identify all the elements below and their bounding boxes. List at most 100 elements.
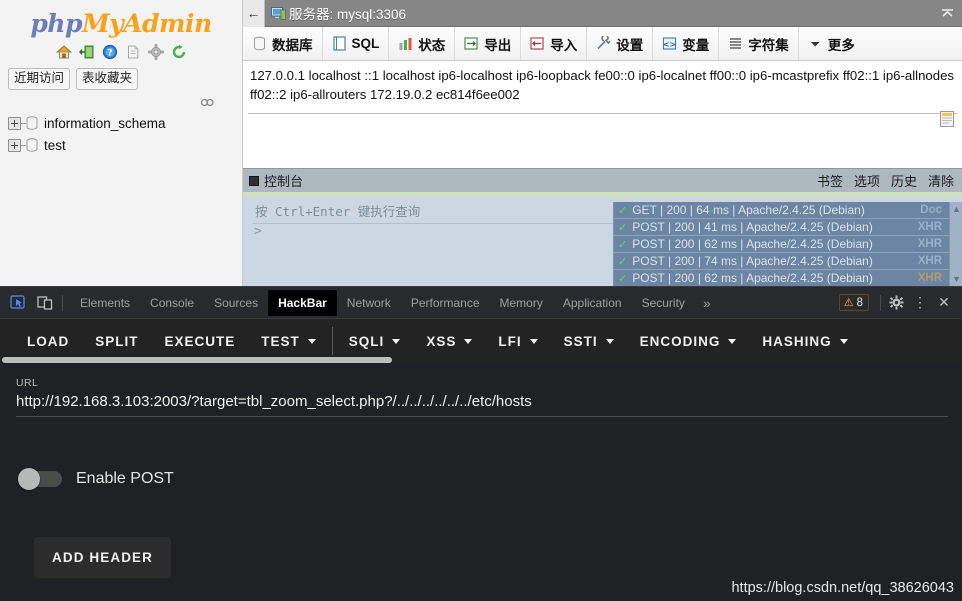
hackbar-body: URL http://192.168.3.103:2003/?target=tb… bbox=[0, 363, 962, 578]
pma-nav-more[interactable]: 更多 bbox=[799, 27, 864, 60]
settings-icon[interactable] bbox=[147, 44, 164, 60]
wrench-icon bbox=[596, 34, 611, 51]
hackbar-toolbar-scrollbar[interactable] bbox=[0, 357, 962, 363]
list-item-label[interactable]: test bbox=[44, 138, 66, 153]
table-row[interactable]: ✓ GET | 200 | 64 ms | Apache/2.4.25 (Deb… bbox=[614, 202, 962, 218]
tab-network[interactable]: Network bbox=[337, 290, 401, 316]
divider bbox=[331, 327, 333, 355]
check-icon: ✓ bbox=[618, 221, 628, 234]
scroll-up-icon[interactable]: ▲ bbox=[952, 204, 961, 214]
chevron-up-icon[interactable] bbox=[939, 5, 956, 22]
browser-page: phpMyAdmin ? 近期访问 表收藏夹 information_schem… bbox=[0, 0, 962, 286]
list-item[interactable]: test bbox=[8, 134, 242, 156]
pma-nav-settings[interactable]: 设置 bbox=[587, 27, 654, 60]
button-label: TEST bbox=[261, 333, 300, 349]
hosts-file-output: 127.0.0.1 localhost ::1 localhost ip6-lo… bbox=[250, 68, 955, 102]
help-icon[interactable]: ? bbox=[102, 44, 118, 60]
request-type: XHR bbox=[917, 221, 942, 233]
pma-nav-sql[interactable]: SQL bbox=[323, 27, 390, 60]
pma-nav-label: SQL bbox=[351, 36, 380, 51]
pma-tab-favorites[interactable]: 表收藏夹 bbox=[76, 68, 139, 90]
status-badge[interactable]: ⚠ 8 bbox=[838, 294, 869, 311]
devtools-tabbar: Elements Console Sources HackBar Network… bbox=[0, 287, 962, 319]
home-icon[interactable] bbox=[55, 44, 72, 60]
charset-icon bbox=[728, 36, 743, 51]
pma-nav-label: 数据库 bbox=[272, 37, 313, 53]
back-button[interactable]: ← bbox=[243, 0, 265, 27]
logout-icon[interactable] bbox=[78, 44, 95, 60]
scroll-down-icon[interactable]: ▼ bbox=[952, 274, 961, 284]
pma-logo-admin: Admin bbox=[123, 9, 212, 38]
add-header-button[interactable]: ADD HEADER bbox=[34, 537, 172, 578]
console-action-options[interactable]: 选项 bbox=[854, 171, 880, 190]
tab-elements[interactable]: Elements bbox=[70, 290, 140, 316]
enable-post-label: Enable POST bbox=[76, 470, 174, 487]
pma-nav-databases[interactable]: 数据库 bbox=[243, 27, 323, 60]
database-icon bbox=[26, 116, 38, 130]
table-row[interactable]: ✓ POST | 200 | 74 ms | Apache/2.4.25 (De… bbox=[614, 253, 962, 269]
pma-console-header[interactable]: 控制台 书签 选项 历史 清除 bbox=[243, 168, 962, 192]
pma-nav-status[interactable]: 状态 bbox=[389, 27, 456, 60]
note-icon[interactable] bbox=[940, 111, 954, 127]
console-log-scrollbar[interactable]: ▲ ▼ bbox=[949, 202, 962, 286]
pma-nav-export[interactable]: 导出 bbox=[455, 27, 522, 60]
tab-application[interactable]: Application bbox=[553, 290, 632, 316]
url-input[interactable]: http://192.168.3.103:2003/?target=tbl_zo… bbox=[16, 393, 948, 417]
request-summary: GET | 200 | 64 ms | Apache/2.4.25 (Debia… bbox=[632, 203, 865, 217]
divider bbox=[62, 294, 63, 311]
button-label: SQLI bbox=[348, 333, 385, 349]
more-tabs-icon[interactable]: » bbox=[695, 295, 719, 311]
reload-icon[interactable] bbox=[171, 44, 187, 60]
pma-logo-my: My bbox=[81, 9, 124, 38]
pma-content-area: 127.0.0.1 localhost ::1 localhost ip6-lo… bbox=[243, 61, 962, 286]
pma-nav-label: 导出 bbox=[484, 37, 512, 53]
table-row[interactable]: ✓ POST | 200 | 62 ms | Apache/2.4.25 (De… bbox=[614, 270, 962, 286]
expand-icon[interactable] bbox=[8, 116, 21, 130]
database-icon bbox=[26, 138, 38, 152]
expand-icon[interactable] bbox=[8, 138, 21, 152]
pma-nav-import[interactable]: 导入 bbox=[521, 27, 588, 60]
chevron-down-icon bbox=[529, 338, 538, 344]
button-label: SSTI bbox=[563, 333, 598, 349]
table-row[interactable]: ✓ POST | 200 | 62 ms | Apache/2.4.25 (De… bbox=[614, 236, 962, 252]
table-row[interactable]: ✓ POST | 200 | 41 ms | Apache/2.4.25 (De… bbox=[614, 219, 962, 235]
tab-sources[interactable]: Sources bbox=[204, 290, 268, 316]
watermark-text: https://blog.csdn.net/qq_38626043 bbox=[731, 580, 954, 596]
pma-nav-charsets[interactable]: 字符集 bbox=[719, 27, 799, 60]
request-summary: POST | 200 | 62 ms | Apache/2.4.25 (Debi… bbox=[632, 237, 873, 251]
device-toolbar-icon[interactable] bbox=[31, 290, 58, 316]
button-label: EXECUTE bbox=[164, 333, 236, 349]
console-action-history[interactable]: 历史 bbox=[891, 171, 917, 190]
url-field-label: URL bbox=[16, 377, 39, 389]
button-label: ENCODING bbox=[639, 333, 721, 349]
button-label: SPLIT bbox=[95, 333, 139, 349]
check-icon: ✓ bbox=[618, 272, 628, 285]
chain-link-icon[interactable] bbox=[200, 94, 214, 107]
pma-tab-recent[interactable]: 近期访问 bbox=[8, 68, 71, 90]
tab-console[interactable]: Console bbox=[140, 290, 204, 316]
console-request-log: ✓ GET | 200 | 64 ms | Apache/2.4.25 (Deb… bbox=[613, 202, 962, 286]
console-action-clear[interactable]: 清除 bbox=[928, 171, 954, 190]
list-item-label[interactable]: information_schema bbox=[44, 116, 166, 131]
enable-post-toggle[interactable] bbox=[18, 468, 62, 490]
devtools-tabbar-right: ⚠ 8 ⋮ ✕ bbox=[838, 291, 962, 315]
inspect-element-icon[interactable] bbox=[4, 290, 31, 316]
pma-quick-tabs: 近期访问 表收藏夹 bbox=[0, 68, 242, 90]
tab-performance[interactable]: Performance bbox=[401, 290, 490, 316]
tab-memory[interactable]: Memory bbox=[490, 290, 553, 316]
export-icon bbox=[464, 36, 479, 51]
check-icon: ✓ bbox=[618, 255, 628, 268]
database-icon bbox=[252, 36, 267, 51]
pma-logo[interactable]: phpMyAdmin bbox=[0, 0, 242, 38]
pma-nav-variables[interactable]: <> 变量 bbox=[653, 27, 720, 60]
more-vertical-icon[interactable]: ⋮ bbox=[908, 291, 932, 315]
tab-hackbar[interactable]: HackBar bbox=[268, 289, 337, 316]
gear-icon[interactable] bbox=[884, 291, 908, 315]
tab-security[interactable]: Security bbox=[632, 290, 695, 316]
console-action-bookmarks[interactable]: 书签 bbox=[817, 171, 843, 190]
close-icon[interactable]: ✕ bbox=[932, 291, 956, 315]
request-type: XHR bbox=[917, 255, 942, 267]
list-item[interactable]: information_schema bbox=[8, 112, 242, 134]
docs-icon[interactable] bbox=[125, 44, 141, 60]
caret-down-icon bbox=[808, 36, 823, 51]
